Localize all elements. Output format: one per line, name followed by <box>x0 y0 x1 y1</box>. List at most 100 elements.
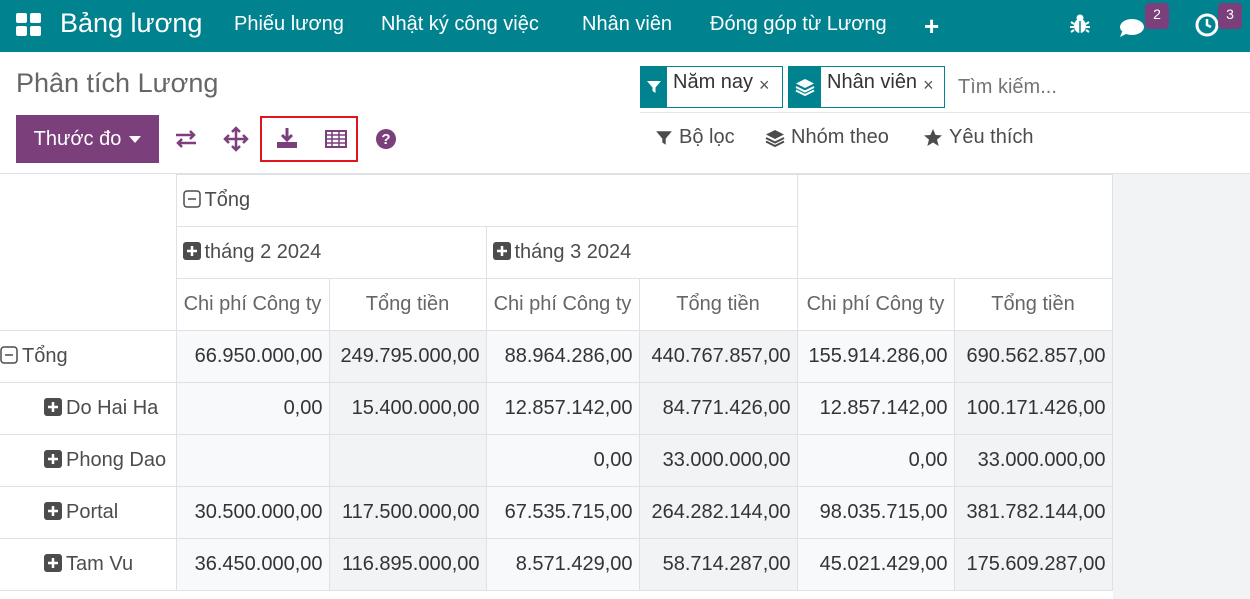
value-cell[interactable]: 30.500.000,00 <box>175 486 330 539</box>
row-label: Portal <box>66 501 119 523</box>
facet-label: Nhân viên <box>827 71 918 93</box>
row-header[interactable]: Do Hai Ha <box>0 382 177 435</box>
value-cell[interactable]: 381.782.144,00 <box>953 486 1113 539</box>
value-cell[interactable]: 116.895.000,00 <box>328 538 487 591</box>
row-header[interactable]: Tam Vu <box>0 538 177 591</box>
empty-area <box>1113 174 1250 599</box>
row-label: Tổng <box>22 345 68 367</box>
menu-item-payslips[interactable]: Phiếu lương <box>234 13 344 36</box>
value-cell[interactable]: 84.771.426,00 <box>638 382 798 435</box>
expand-icon <box>44 554 62 572</box>
value-cell[interactable]: 36.450.000,00 <box>175 538 330 591</box>
favorites-button[interactable]: Yêu thích <box>923 126 1034 149</box>
value-cell[interactable]: 98.035.715,00 <box>796 486 955 539</box>
menu-item-work-entries[interactable]: Nhật ký công việc <box>381 13 539 36</box>
value-cell[interactable]: 33.000.000,00 <box>638 434 798 487</box>
row-header[interactable]: Tổng <box>0 330 177 383</box>
collapse-icon <box>182 190 201 208</box>
measures-label: Thước đo <box>33 127 122 150</box>
bug-icon[interactable] <box>1068 12 1092 36</box>
value-cell[interactable]: 15.400.000,00 <box>328 382 487 435</box>
measure-header[interactable]: Tổng tiền <box>638 278 798 331</box>
header-label: Tổng <box>204 189 251 211</box>
app-title[interactable]: Bảng lương <box>60 8 202 39</box>
measure-header[interactable]: Chi phí Công ty <box>485 278 640 331</box>
measure-header[interactable]: Tổng tiền <box>953 278 1113 331</box>
top-navbar: Bảng lương Phiếu lương Nhật ký công việc… <box>0 0 1250 52</box>
col-header-total-empty <box>796 174 1113 279</box>
facet-remove-icon[interactable]: × <box>759 67 776 107</box>
value-cell[interactable]: 58.714.287,00 <box>638 538 798 591</box>
col-header-total[interactable]: Tổng <box>175 174 798 227</box>
value-cell[interactable]: 33.000.000,00 <box>953 434 1113 487</box>
plus-icon[interactable]: + <box>924 11 939 42</box>
table-row: Tam Vu 36.450.000,00 116.895.000,00 8.571.4… <box>0 538 1113 591</box>
favorites-label: Yêu thích <box>949 126 1034 148</box>
chat-icon[interactable] <box>1118 12 1146 38</box>
row-label: Tam Vu <box>66 553 134 575</box>
download-icon[interactable] <box>274 125 300 151</box>
value-cell[interactable]: 440.767.857,00 <box>638 330 798 383</box>
group-by-button[interactable]: Nhóm theo <box>765 126 889 149</box>
value-cell[interactable]: 249.795.000,00 <box>328 330 487 383</box>
value-cell[interactable]: 100.171.426,00 <box>953 382 1113 435</box>
filters-button[interactable]: Bộ lọc <box>655 126 735 149</box>
facet-employee[interactable]: Nhân viên × <box>788 66 945 108</box>
pivot-corner <box>0 174 177 331</box>
measure-header[interactable]: Chi phí Công ty <box>175 278 330 331</box>
facet-remove-icon[interactable]: × <box>923 67 940 107</box>
facet-this-year[interactable]: Năm nay × <box>640 66 783 108</box>
measure-header[interactable]: Chi phí Công ty <box>796 278 955 331</box>
value-cell[interactable]: 12.857.142,00 <box>796 382 955 435</box>
value-cell[interactable] <box>328 434 487 487</box>
expand-all-icon[interactable] <box>223 126 249 152</box>
flip-axis-icon[interactable] <box>173 126 199 152</box>
value-cell[interactable]: 45.021.429,00 <box>796 538 955 591</box>
menu-item-employees[interactable]: Nhân viên <box>582 13 672 36</box>
search-divider <box>640 112 1250 113</box>
menu-item-salary-contributions[interactable]: Đóng góp từ Lương <box>710 13 887 36</box>
value-cell[interactable]: 12.857.142,00 <box>485 382 640 435</box>
value-cell[interactable]: 0,00 <box>175 382 330 435</box>
table-icon[interactable] <box>323 126 349 152</box>
pivot-table: Tổng tháng 2 2024 tháng 3 2024 Chi phí C… <box>0 174 1113 591</box>
value-cell[interactable]: 0,00 <box>796 434 955 487</box>
page-title: Phân tích Lương <box>16 68 219 98</box>
table-row: Do Hai Ha 0,00 15.400.000,00 12.857.142,00 8… <box>0 382 1113 435</box>
value-cell[interactable]: 155.914.286,00 <box>796 330 955 383</box>
col-header-mar-2024[interactable]: tháng 3 2024 <box>485 226 798 279</box>
value-cell[interactable]: 264.282.144,00 <box>638 486 798 539</box>
expand-icon <box>44 502 62 520</box>
value-cell[interactable]: 117.500.000,00 <box>328 486 487 539</box>
row-label: Do Hai Ha <box>66 397 159 419</box>
value-cell[interactable]: 88.964.286,00 <box>485 330 640 383</box>
value-cell[interactable]: 175.609.287,00 <box>953 538 1113 591</box>
filter-icon <box>656 130 672 145</box>
expand-icon <box>492 242 511 260</box>
table-row: Phong Dao 0,00 33.000.000,00 0,00 33.000.000… <box>0 434 1113 487</box>
row-header[interactable]: Phong Dao <box>0 434 177 487</box>
star-icon <box>924 128 942 146</box>
filter-icon <box>641 67 667 107</box>
value-cell[interactable]: 0,00 <box>485 434 640 487</box>
table-row: Portal 30.500.000,00 117.500.000,00 67.535.… <box>0 486 1113 539</box>
layers-icon <box>765 129 785 147</box>
expand-icon <box>44 398 62 416</box>
value-cell[interactable]: 67.535.715,00 <box>485 486 640 539</box>
group-by-label: Nhóm theo <box>791 126 889 148</box>
clock-icon[interactable] <box>1194 12 1220 38</box>
row-header[interactable]: Portal <box>0 486 177 539</box>
svg-text:?: ? <box>381 131 390 148</box>
apps-menu-icon[interactable] <box>16 13 42 37</box>
value-cell[interactable] <box>175 434 330 487</box>
value-cell[interactable]: 66.950.000,00 <box>175 330 330 383</box>
help-icon[interactable]: ? <box>373 126 399 152</box>
value-cell[interactable]: 690.562.857,00 <box>953 330 1113 383</box>
caret-down-icon <box>129 135 142 143</box>
col-header-feb-2024[interactable]: tháng 2 2024 <box>175 226 487 279</box>
measure-header[interactable]: Tổng tiền <box>328 278 487 331</box>
search-input[interactable] <box>950 66 1240 108</box>
measures-button[interactable]: Thước đo <box>16 115 159 163</box>
control-panel: Phân tích Lương Thước đo ? Năm nay × Nhâ… <box>0 52 1250 174</box>
value-cell[interactable]: 8.571.429,00 <box>485 538 640 591</box>
